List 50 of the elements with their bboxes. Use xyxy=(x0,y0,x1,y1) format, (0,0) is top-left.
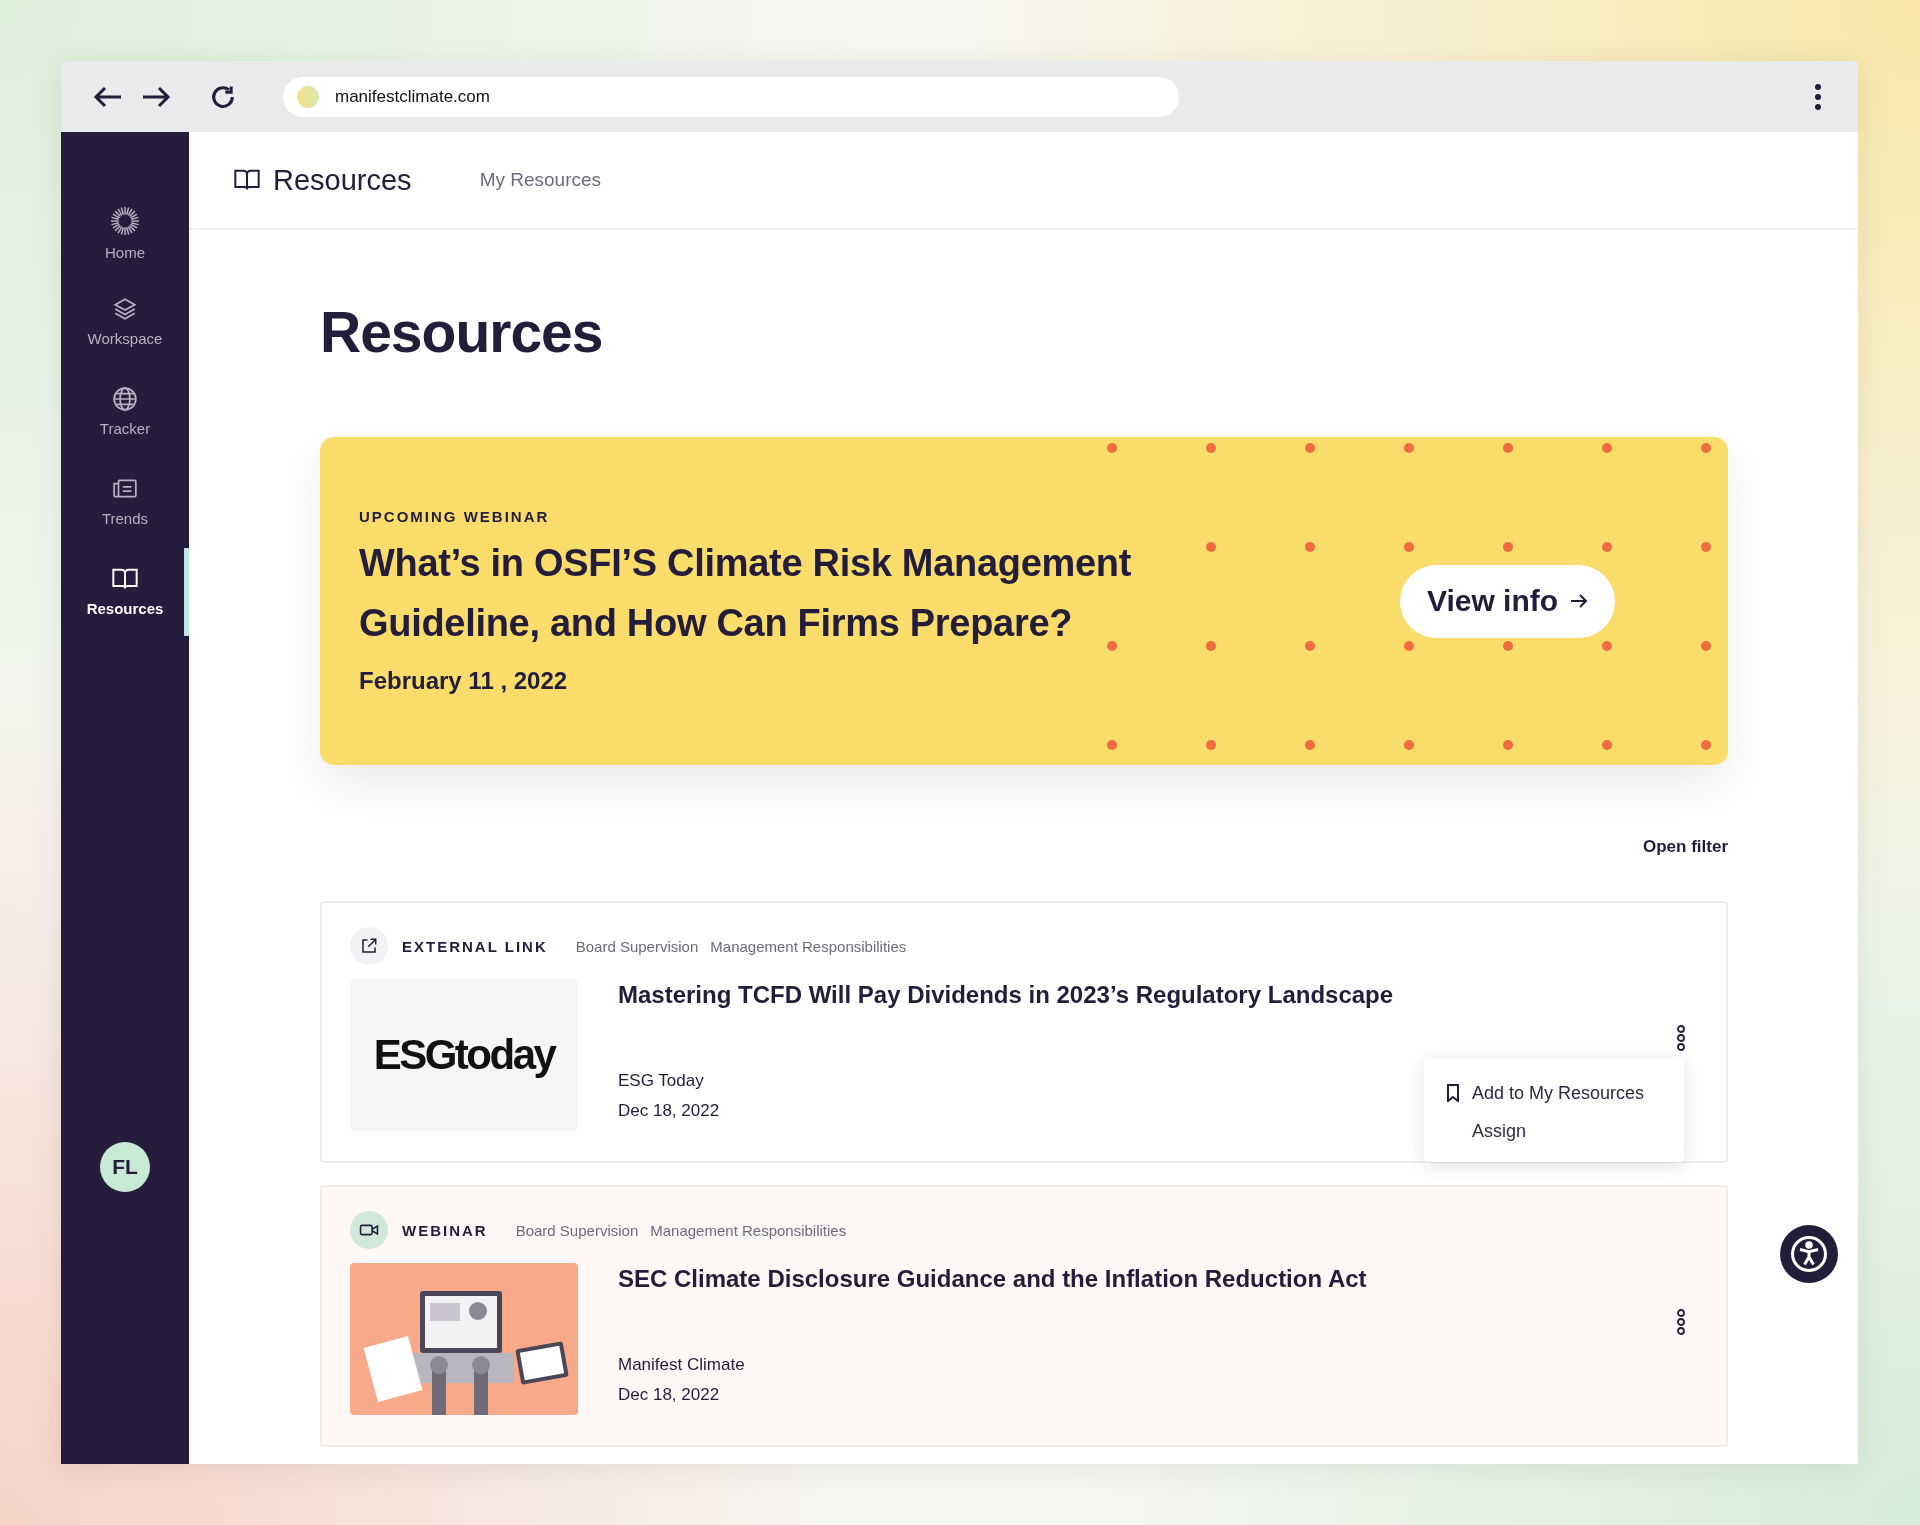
tag: Board Supervision xyxy=(515,1221,639,1239)
url-text: manifestclimate.com xyxy=(335,86,490,107)
resource-source: Manifest Climate xyxy=(618,1355,746,1375)
my-resources-link[interactable]: My Resources xyxy=(479,169,602,191)
tag: Management Responsibilities xyxy=(650,1221,847,1239)
resource-title[interactable]: SEC Climate Disclosure Guidance and the Inflation Reduction Act xyxy=(618,1265,1367,1293)
layers-icon xyxy=(112,296,138,322)
page-title: Resources xyxy=(320,300,604,364)
avatar[interactable]: FL xyxy=(100,1142,150,1192)
resource-type: WEBINAR xyxy=(402,1221,488,1239)
resource-date: Dec 18, 2022 xyxy=(618,1101,721,1121)
back-icon[interactable] xyxy=(93,85,123,108)
arrow-icon xyxy=(1570,593,1589,609)
menu-item[interactable]: Assign xyxy=(1424,1112,1684,1150)
resource-type: EXTERNAL LINK xyxy=(402,937,548,955)
header-title: Resources xyxy=(273,163,412,197)
open-filter-link[interactable]: Open filter xyxy=(1643,837,1728,857)
sidebar-item[interactable]: Home xyxy=(61,206,189,296)
video-camera-icon xyxy=(350,1211,388,1249)
tag: Management Responsibilities xyxy=(710,937,907,955)
site-icon xyxy=(297,85,319,108)
external-link-icon xyxy=(350,927,388,965)
globe-icon xyxy=(112,386,138,412)
address-bar[interactable]: manifestclimate.com xyxy=(283,76,1179,117)
sidebar-label: Resources xyxy=(86,600,164,617)
menu-icon[interactable] xyxy=(1814,83,1822,110)
resource-card[interactable]: WEBINAR Board Supervision Management Responsibilities SEC Climate Disclosure Guidance and the Inflation Reduction Act Manifest Climate Dec 18, 2022 xyxy=(320,1185,1728,1447)
bookmark-icon xyxy=(1446,1084,1460,1102)
resource-date: Dec 18, 2022 xyxy=(618,1385,721,1405)
resource-card[interactable]: EXTERNAL LINK Board Supervision Management Responsibilities ESGtoday Mastering TCFD Will Pay Dividends in 2023’s Regulatory Landscape ESG Today Dec 18, 2022 Add to My Resources Assign xyxy=(320,901,1728,1163)
resource-title[interactable]: Mastering TCFD Will Pay Dividends in 2023’s Regulatory Landscape xyxy=(618,981,1394,1009)
logo: ESGtoday xyxy=(373,1031,555,1079)
sidebar-item[interactable]: Tracker xyxy=(61,386,189,476)
sidebar-item[interactable]: Workspace xyxy=(61,296,189,386)
sidebar-label: Home xyxy=(105,244,145,261)
tag: Board Supervision xyxy=(575,937,699,955)
menu-item[interactable]: Add to My Resources xyxy=(1424,1074,1684,1112)
sidebar-label: Trends xyxy=(101,510,149,527)
banner-title: What’s in OSFI’S Climate Risk Management Guideline, and How Can Firms Prepare? xyxy=(359,540,1133,646)
view-info-button[interactable]: View info xyxy=(1400,564,1615,638)
sidebar-item[interactable]: Trends xyxy=(61,476,189,566)
banner-date: February 11 , 2022 xyxy=(359,666,569,695)
forward-icon[interactable] xyxy=(141,85,171,108)
accessibility-button[interactable] xyxy=(1780,1225,1838,1283)
sidebar-label: Tracker xyxy=(99,420,151,437)
sunburst-icon xyxy=(110,206,140,236)
resource-source: ESG Today xyxy=(618,1071,705,1091)
sidebar-label: Workspace xyxy=(87,330,163,347)
banner-eyebrow: UPCOMING WEBINAR xyxy=(359,507,551,525)
accessibility-icon xyxy=(1791,1236,1827,1272)
